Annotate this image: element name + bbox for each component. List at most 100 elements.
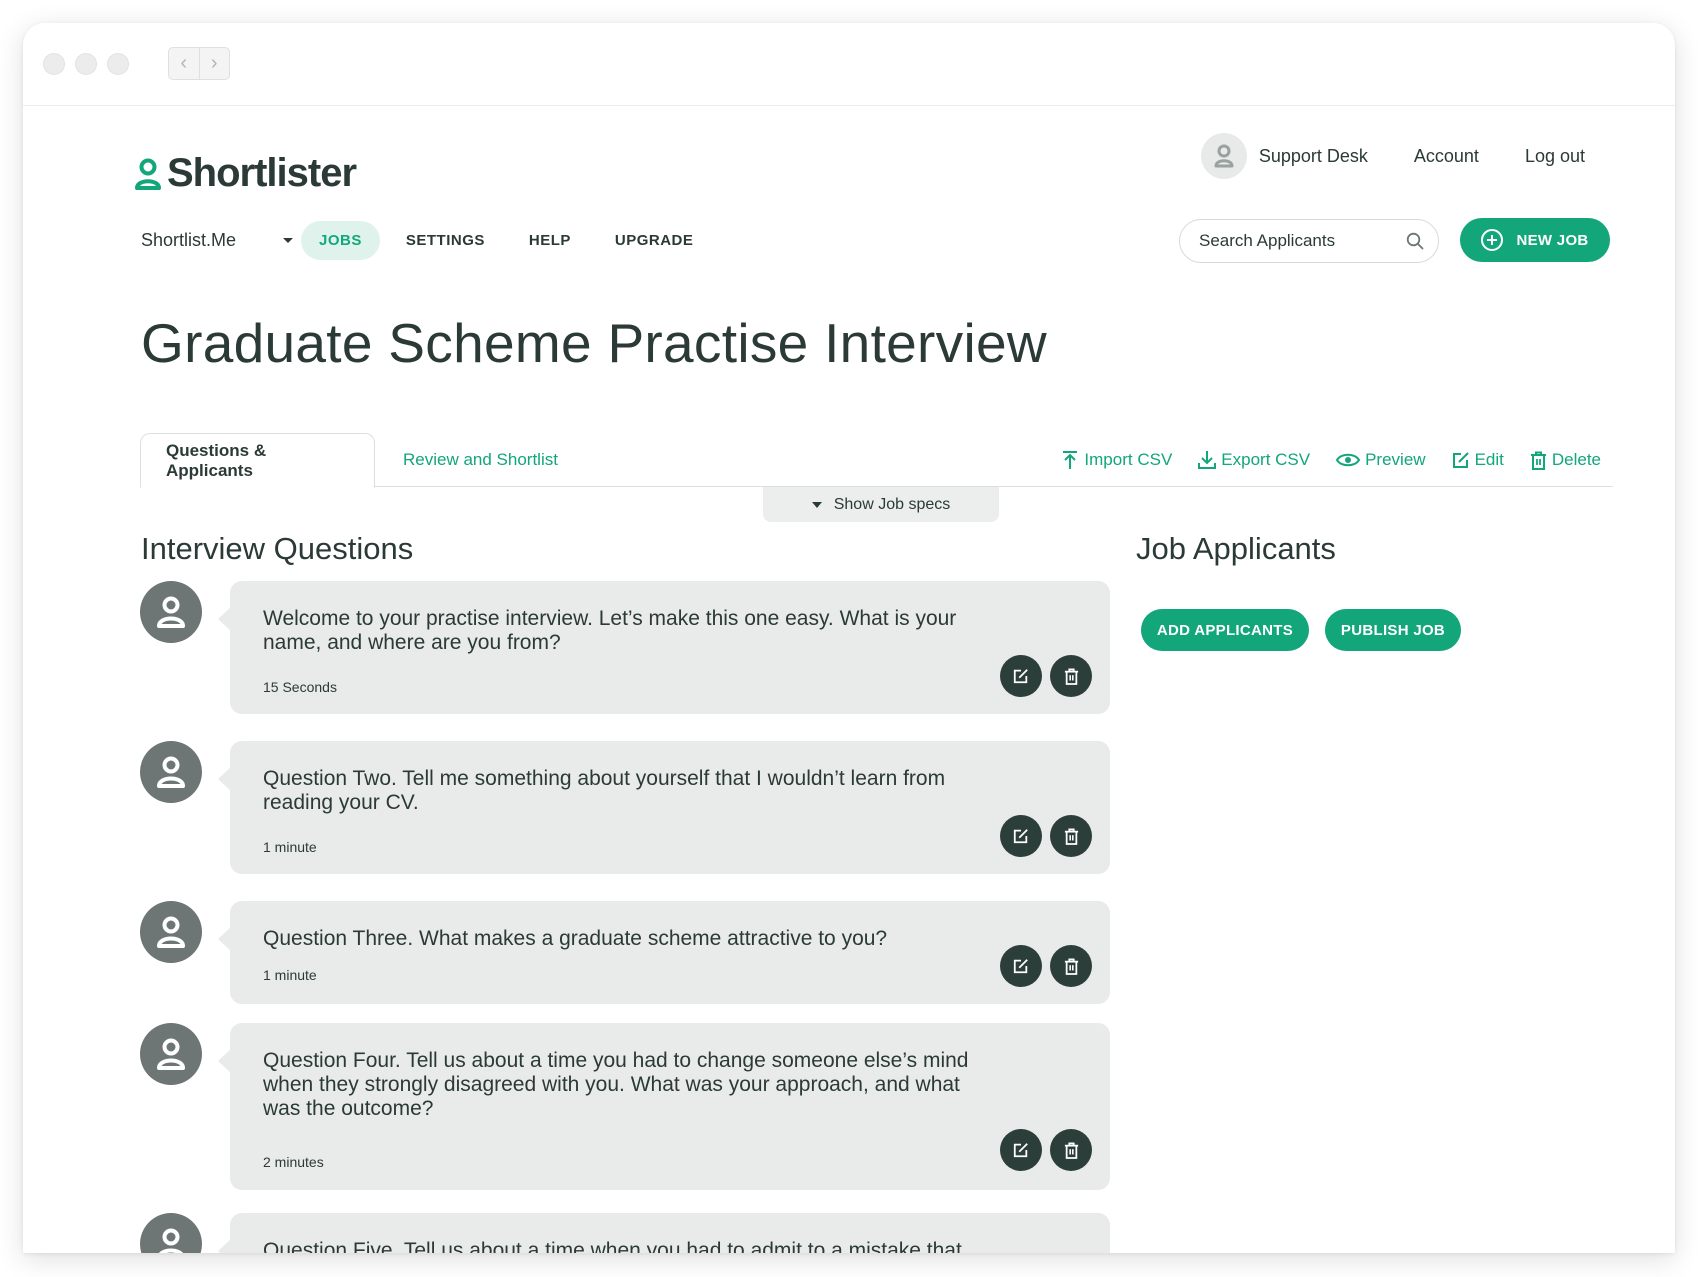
tab-questions-applicants[interactable]: Questions & Applicants xyxy=(140,433,375,488)
caret-down-icon xyxy=(811,501,822,508)
tab-review-shortlist[interactable]: Review and Shortlist xyxy=(378,433,583,487)
import-csv-action[interactable]: Import CSV xyxy=(1061,450,1172,470)
forward-arrow-icon[interactable]: › xyxy=(200,48,230,79)
window-close-dot[interactable] xyxy=(43,53,65,75)
new-job-button[interactable]: NEW JOB xyxy=(1460,218,1610,262)
nav-upgrade[interactable]: UPGRADE xyxy=(597,221,712,260)
question-actions xyxy=(992,945,1092,987)
delete-question-button[interactable] xyxy=(1050,1129,1092,1171)
browser-chrome: ‹ › xyxy=(23,23,1675,106)
eye-icon xyxy=(1336,453,1361,467)
question-text: Question Two. Tell me something about yo… xyxy=(263,767,946,814)
logout-link[interactable]: Log out xyxy=(1525,146,1585,167)
question-card: Question Five. Tell us about a time when… xyxy=(218,1213,1110,1253)
trash-icon xyxy=(1064,958,1078,975)
preview-action[interactable]: Preview xyxy=(1336,450,1426,470)
delete-action[interactable]: Delete xyxy=(1530,450,1601,470)
edit-label: Edit xyxy=(1474,450,1504,469)
question-duration: 15 Seconds xyxy=(263,679,337,695)
browser-nav-buttons: ‹ › xyxy=(168,47,230,80)
edit-question-button[interactable] xyxy=(1000,655,1042,697)
edit-question-button[interactable] xyxy=(1000,815,1042,857)
job-tabs: Questions & Applicants Review and Shortl… xyxy=(140,433,1613,488)
search-icon[interactable] xyxy=(1406,232,1424,250)
edit-question-button[interactable] xyxy=(1000,945,1042,987)
question-text: Question Five. Tell us about a time when… xyxy=(263,1239,962,1253)
edit-icon xyxy=(1013,1143,1028,1158)
top-navigation: Support Desk Account Log out xyxy=(1200,133,1585,179)
job-applicants-heading: Job Applicants xyxy=(1136,531,1336,566)
shortlister-logo[interactable]: Shortlister xyxy=(135,151,357,196)
export-csv-label: Export CSV xyxy=(1221,450,1311,469)
edit-icon xyxy=(1013,669,1028,684)
organisation-name: Shortlist.Me xyxy=(141,229,237,250)
question-card: Question Three. What makes a graduate sc… xyxy=(218,901,1110,1004)
page-title: Graduate Scheme Practise Interview xyxy=(141,312,1047,374)
question-avatar xyxy=(140,581,202,643)
export-csv-action[interactable]: Export CSV xyxy=(1198,450,1310,470)
delete-label: Delete xyxy=(1551,450,1601,469)
main-navigation: Shortlist.Me JOBS SETTINGS HELP UPGRADE xyxy=(141,219,719,261)
logo-person-icon xyxy=(135,158,161,190)
question-avatar xyxy=(140,1023,202,1085)
edit-icon xyxy=(1013,959,1028,974)
question-text: Question Three. What makes a graduate sc… xyxy=(263,927,888,950)
trash-icon xyxy=(1064,828,1078,845)
nav-settings[interactable]: SETTINGS xyxy=(388,221,503,260)
nav-help[interactable]: HELP xyxy=(511,221,589,260)
search-box xyxy=(1179,219,1439,263)
edit-icon xyxy=(1013,829,1028,844)
show-job-specs-toggle[interactable]: Show Job specs xyxy=(763,487,999,522)
window-minimize-dot[interactable] xyxy=(75,53,97,75)
question-text: Question Four. Tell us about a time you … xyxy=(263,1049,969,1120)
delete-question-button[interactable] xyxy=(1050,945,1092,987)
interview-questions-heading: Interview Questions xyxy=(141,531,414,566)
new-job-label: NEW JOB xyxy=(1516,231,1589,249)
trash-icon xyxy=(1064,1142,1078,1159)
question-card: Question Four. Tell us about a time you … xyxy=(218,1023,1110,1190)
add-applicants-button[interactable]: ADD APPLICANTS xyxy=(1141,609,1309,651)
import-csv-label: Import CSV xyxy=(1084,450,1173,469)
logo-text: Shortlister xyxy=(167,151,357,195)
edit-question-button[interactable] xyxy=(1000,1129,1042,1171)
back-arrow-icon[interactable]: ‹ xyxy=(169,48,200,79)
edit-icon xyxy=(1452,452,1469,468)
person-icon xyxy=(157,916,185,948)
user-icon xyxy=(1214,144,1234,168)
question-actions xyxy=(992,655,1092,697)
publish-job-button[interactable]: PUBLISH JOB xyxy=(1325,609,1461,651)
question-text: Welcome to your practise interview. Let’… xyxy=(263,607,957,654)
person-icon xyxy=(157,756,185,788)
nav-jobs[interactable]: JOBS xyxy=(301,220,380,260)
question-avatar xyxy=(140,1213,202,1253)
search-input[interactable] xyxy=(1199,231,1399,251)
support-desk-link[interactable]: Support Desk xyxy=(1259,146,1368,167)
person-icon xyxy=(158,1228,184,1253)
person-icon xyxy=(157,1038,185,1070)
question-actions xyxy=(992,815,1092,857)
window-maximize-dot[interactable] xyxy=(107,53,129,75)
show-job-specs-label: Show Job specs xyxy=(833,495,951,513)
support-avatar[interactable] xyxy=(1200,133,1247,179)
delete-question-button[interactable] xyxy=(1050,655,1092,697)
download-icon xyxy=(1198,451,1217,469)
question-duration: 1 minute xyxy=(263,967,317,983)
question-avatar xyxy=(140,901,202,963)
account-link[interactable]: Account xyxy=(1414,146,1479,167)
page-content: Shortlister Support Desk Account Log out… xyxy=(23,107,1675,1253)
question-actions xyxy=(992,1129,1092,1171)
question-card: Welcome to your practise interview. Let’… xyxy=(218,581,1110,714)
edit-action[interactable]: Edit xyxy=(1452,450,1504,470)
trash-icon xyxy=(1064,668,1078,685)
caret-down-icon xyxy=(283,237,293,243)
plus-circle-icon xyxy=(1481,229,1504,251)
organisation-select[interactable]: Shortlist.Me xyxy=(141,230,301,251)
question-duration: 2 minutes xyxy=(263,1154,324,1170)
question-avatar xyxy=(140,741,202,803)
preview-label: Preview xyxy=(1365,450,1426,469)
job-actions: Import CSV Export CSV Preview Edit Delet… xyxy=(1035,433,1601,487)
question-card: Question Two. Tell me something about yo… xyxy=(218,741,1110,874)
question-duration: 1 minute xyxy=(263,839,317,855)
delete-question-button[interactable] xyxy=(1050,815,1092,857)
trash-icon xyxy=(1530,451,1546,470)
